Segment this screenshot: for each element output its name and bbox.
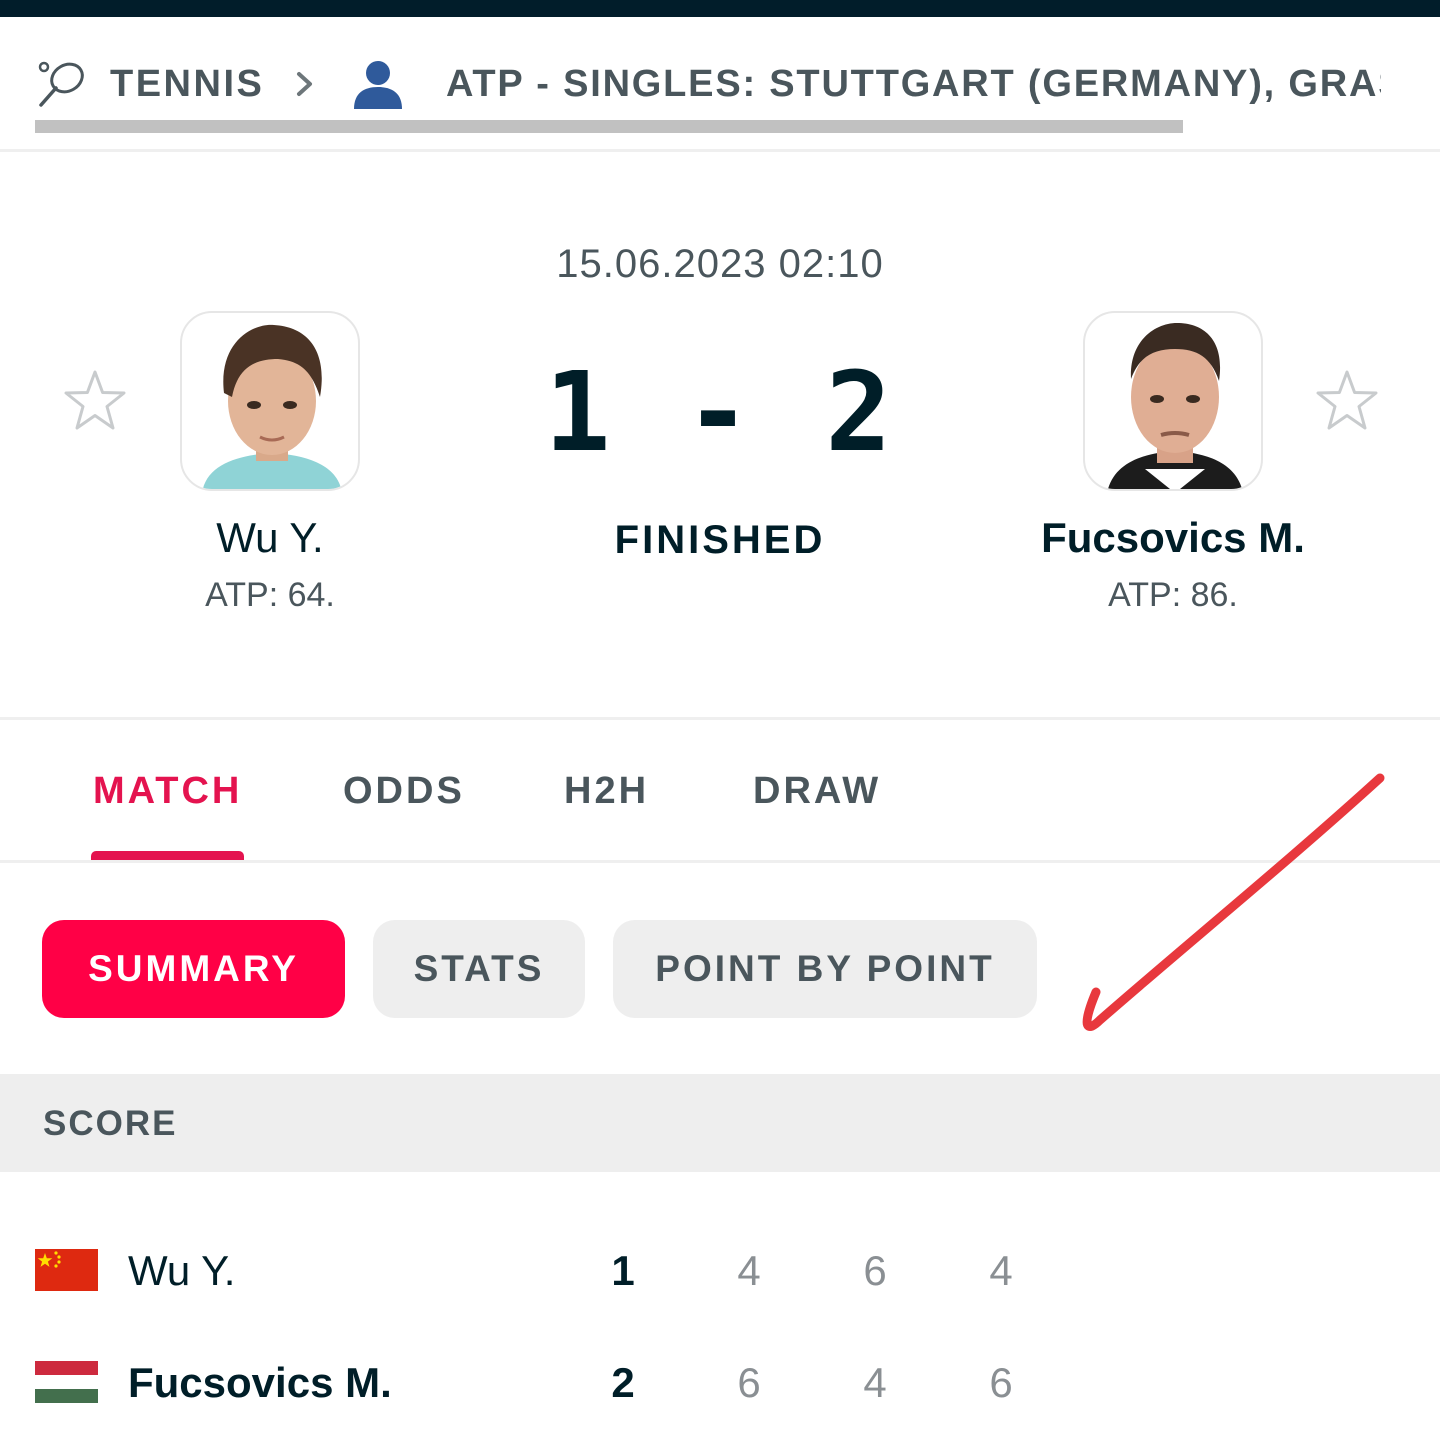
player-photo	[1108, 323, 1242, 489]
score-section-header: SCORE	[0, 1074, 1440, 1172]
tab-odds[interactable]: ODDS	[343, 770, 465, 813]
score-row-set-3: 6	[989, 1359, 1013, 1406]
tab-draw[interactable]: DRAW	[753, 770, 881, 813]
match-score: 1 - 2	[544, 348, 896, 476]
score-row-player: Wu Y.	[128, 1247, 236, 1294]
score-row-set-3: 4	[989, 1247, 1013, 1294]
score-row-away[interactable]: Fucsovics M. 2 6 4 6	[0, 1332, 1440, 1432]
hungary-flag	[35, 1361, 98, 1403]
score-row-set-1: 6	[737, 1359, 761, 1406]
star-outline-icon[interactable]	[1314, 368, 1380, 434]
score-row-set-1: 4	[737, 1247, 761, 1294]
player-photo	[203, 324, 341, 489]
star-outline-icon[interactable]	[62, 368, 128, 434]
divider	[0, 717, 1440, 720]
away-player-rank: ATP: 86.	[1108, 576, 1238, 614]
breadcrumb-league[interactable]: ATP - SINGLES: STUTTGART (GERMANY), GRAS…	[446, 63, 1381, 106]
subtab-stats[interactable]: STATS	[373, 920, 585, 1018]
red-checkmark-icon	[1082, 773, 1385, 1032]
status-bar	[0, 0, 1440, 17]
divider	[0, 149, 1440, 152]
subtab-summary[interactable]: SUMMARY	[42, 920, 345, 1018]
tennis-racket-icon	[38, 61, 84, 107]
tab-h2h[interactable]: H2H	[564, 770, 649, 813]
chevron-right-icon	[297, 72, 312, 96]
home-player-rank: ATP: 64.	[205, 576, 335, 614]
score-row-set-2: 4	[863, 1359, 887, 1406]
breadcrumb-scrollbar[interactable]	[35, 120, 1183, 133]
score-row-total: 1	[611, 1247, 635, 1294]
person-icon	[354, 61, 402, 109]
score-row-home[interactable]: Wu Y. 1 4 6 4	[0, 1220, 1440, 1320]
away-player-avatar[interactable]	[1083, 311, 1263, 491]
away-player-name[interactable]: Fucsovics M.	[973, 514, 1373, 562]
china-flag	[35, 1249, 98, 1291]
score-row-total: 2	[611, 1359, 635, 1406]
match-datetime: 15.06.2023 02:10	[556, 242, 884, 286]
breadcrumb-sport[interactable]: TENNIS	[110, 63, 264, 106]
match-status: FINISHED	[614, 518, 826, 562]
home-player-avatar[interactable]	[180, 311, 360, 491]
score-row-set-2: 6	[863, 1247, 887, 1294]
breadcrumb: TENNIS ATP - SINGLES: STUTTGART (GERMANY…	[0, 17, 1440, 151]
score-row-player: Fucsovics M.	[128, 1359, 392, 1406]
subtab-point-by-point[interactable]: POINT BY POINT	[613, 920, 1037, 1018]
score-section-title: SCORE	[43, 1104, 178, 1143]
tab-match[interactable]: MATCH	[93, 770, 242, 813]
home-player-name[interactable]: Wu Y.	[70, 514, 470, 562]
